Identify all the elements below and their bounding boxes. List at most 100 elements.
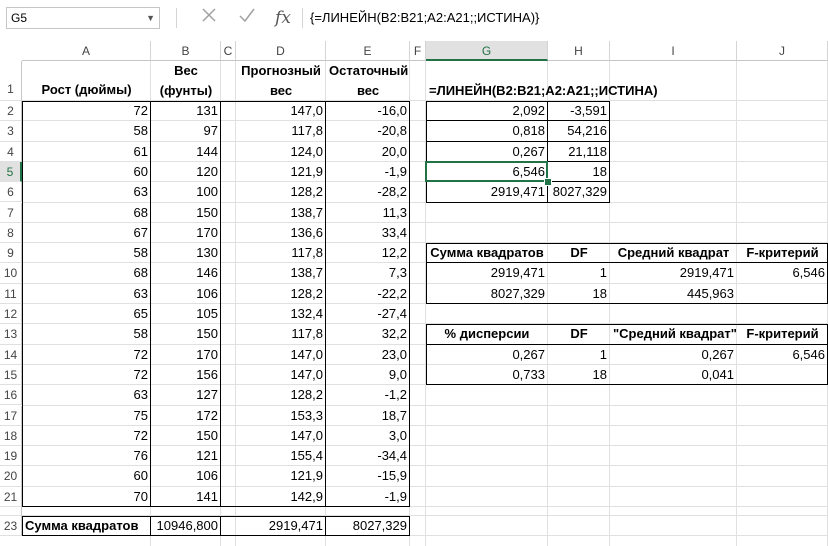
cell-weight[interactable]: 150 [151,324,221,344]
cell-weight[interactable]: 172 [151,406,221,426]
cell-weight[interactable]: 120 [151,162,221,182]
row-header-9[interactable]: 9 [0,243,22,264]
row-header-5[interactable]: 5 [0,161,22,183]
column-header-f[interactable]: F [410,41,426,61]
cell-residual-weight[interactable]: -27,4 [326,304,410,324]
anova1-cell[interactable]: 2919,471 [426,263,548,283]
header-e1-line2[interactable]: вес [326,81,410,101]
cell-weight[interactable]: 97 [151,121,221,141]
cell-height[interactable]: 72 [22,365,151,385]
cell-predicted-weight[interactable]: 117,8 [236,243,326,263]
row-header-6[interactable]: 6 [0,182,22,203]
cell-predicted-weight[interactable]: 121,9 [236,466,326,486]
cell-residual-weight[interactable]: -1,2 [326,385,410,405]
cell-predicted-weight[interactable]: 153,3 [236,406,326,426]
cell-residual-weight[interactable]: -16,0 [326,101,410,121]
cell-weight[interactable]: 131 [151,101,221,121]
cell-height[interactable]: 58 [22,243,151,263]
enter-icon[interactable] [236,7,258,29]
anova1-header[interactable]: DF [548,243,610,263]
header-b1-line2[interactable]: (фунты) [151,81,221,101]
cell-height[interactable]: 63 [22,182,151,202]
row-header-4[interactable]: 4 [0,141,22,162]
anova2-header[interactable]: % дисперсии [426,324,548,344]
cell-weight[interactable]: 170 [151,223,221,243]
cell-residual-weight[interactable]: 11,3 [326,203,410,223]
cell-predicted-weight[interactable]: 155,4 [236,446,326,466]
header-b1-line1[interactable]: Вес [151,61,221,81]
cell-height[interactable]: 75 [22,406,151,426]
header-e1-line1[interactable]: Остаточный [326,61,410,81]
cell-predicted-weight[interactable]: 121,9 [236,162,326,182]
row-header-15[interactable]: 15 [0,364,22,386]
cell-height[interactable]: 61 [22,142,151,162]
anova2-cell[interactable]: 0,267 [426,345,548,365]
column-header-c[interactable]: C [221,41,236,61]
cell-height[interactable]: 60 [22,466,151,486]
cell-height[interactable]: 72 [22,426,151,446]
linest-h[interactable]: 54,216 [548,121,610,141]
cell-predicted-weight[interactable]: 142,9 [236,487,326,507]
cell-height[interactable]: 63 [22,385,151,405]
cell-residual-weight[interactable]: -22,2 [326,284,410,304]
row-header-16[interactable]: 16 [0,385,22,406]
row-header-19[interactable]: 19 [0,446,22,467]
cell-height[interactable]: 65 [22,304,151,324]
anova2-header[interactable]: F-критерий [737,324,828,344]
linest-g[interactable]: 0,818 [426,121,548,141]
anova2-header[interactable]: DF [548,324,610,344]
anova1-cell[interactable]: 6,546 [737,263,828,283]
row-header-8[interactable]: 8 [0,222,22,244]
cell-residual-weight[interactable]: -15,9 [326,466,410,486]
cell-predicted-weight[interactable]: 147,0 [236,345,326,365]
anova2-header[interactable]: "Средний квадрат" [610,324,737,344]
cell-weight[interactable]: 156 [151,365,221,385]
cell-predicted-weight[interactable]: 138,7 [236,263,326,283]
anova2-cell[interactable]: 0,041 [610,365,737,385]
row-header-11[interactable]: 11 [0,283,22,304]
cancel-icon[interactable] [198,7,220,29]
cell-predicted-weight[interactable]: 132,4 [236,304,326,324]
totals-predicted[interactable]: 2919,471 [236,516,326,536]
header-g1[interactable]: =ЛИНЕЙН(B2:B21;A2:A21;;ИСТИНА) [426,81,658,101]
header-d1-line2[interactable]: вес [236,81,326,101]
linest-g[interactable]: 2919,471 [426,182,548,202]
header-a1[interactable]: Рост (дюймы) [22,79,151,101]
dropdown-icon[interactable]: ▼ [146,8,155,28]
anova1-cell[interactable]: 1 [548,263,610,283]
column-header-d[interactable]: D [236,41,326,61]
header-d1-line1[interactable]: Прогнозный [236,61,326,81]
cell-residual-weight[interactable]: 9,0 [326,365,410,385]
cell-weight[interactable]: 127 [151,385,221,405]
cell-weight[interactable]: 150 [151,203,221,223]
row-header-14[interactable]: 14 [0,344,22,365]
cell-weight[interactable]: 170 [151,345,221,365]
cell-predicted-weight[interactable]: 117,8 [236,324,326,344]
cell-residual-weight[interactable]: 7,3 [326,263,410,283]
cell-weight[interactable]: 144 [151,142,221,162]
cell-height[interactable]: 68 [22,263,151,283]
cell-residual-weight[interactable]: 18,7 [326,406,410,426]
anova2-cell[interactable]: 18 [548,365,610,385]
cell-residual-weight[interactable]: 3,0 [326,426,410,446]
cell-predicted-weight[interactable]: 128,2 [236,284,326,304]
row-header-17[interactable]: 17 [0,405,22,426]
cell-predicted-weight[interactable]: 147,0 [236,365,326,385]
column-header-h[interactable]: H [548,41,610,61]
linest-h[interactable]: 21,118 [548,142,610,162]
cell-residual-weight[interactable]: -20,8 [326,121,410,141]
cell-weight[interactable]: 150 [151,426,221,446]
cell-height[interactable]: 72 [22,101,151,121]
cell-weight[interactable]: 121 [151,446,221,466]
cell-weight[interactable]: 106 [151,466,221,486]
column-header-j[interactable]: J [737,41,828,61]
cell-predicted-weight[interactable]: 136,6 [236,223,326,243]
cell-height[interactable]: 60 [22,162,151,182]
cell-predicted-weight[interactable]: 147,0 [236,101,326,121]
cell-residual-weight[interactable]: 33,4 [326,223,410,243]
totals-residual[interactable]: 8027,329 [326,516,410,536]
cell-predicted-weight[interactable]: 128,2 [236,385,326,405]
row-header-3[interactable]: 3 [0,121,22,142]
cell-predicted-weight[interactable]: 138,7 [236,203,326,223]
cell-predicted-weight[interactable]: 117,8 [236,121,326,141]
